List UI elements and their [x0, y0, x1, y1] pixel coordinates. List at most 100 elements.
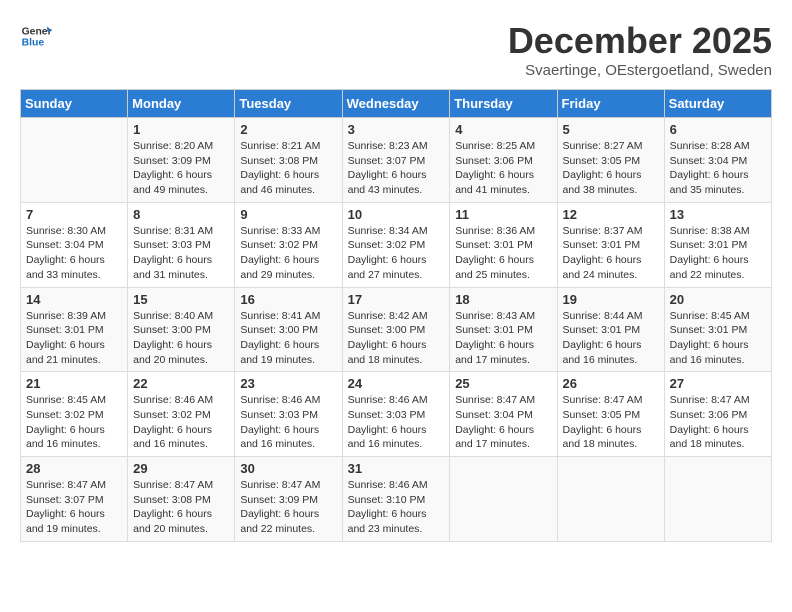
day-number: 4	[455, 122, 551, 137]
day-number: 28	[26, 461, 122, 476]
calendar-cell: 26 Sunrise: 8:47 AM Sunset: 3:05 PM Dayli…	[557, 372, 664, 457]
calendar-cell: 18 Sunrise: 8:43 AM Sunset: 3:01 PM Dayli…	[450, 287, 557, 372]
calendar-week-1: 7 Sunrise: 8:30 AM Sunset: 3:04 PM Daylig…	[21, 202, 772, 287]
calendar-cell: 4 Sunrise: 8:25 AM Sunset: 3:06 PM Daylig…	[450, 118, 557, 203]
day-number: 6	[670, 122, 766, 137]
day-number: 15	[133, 292, 229, 307]
calendar-cell: 23 Sunrise: 8:46 AM Sunset: 3:03 PM Dayli…	[235, 372, 342, 457]
day-info: Sunrise: 8:40 AM Sunset: 3:00 PM Dayligh…	[133, 309, 229, 368]
day-info: Sunrise: 8:21 AM Sunset: 3:08 PM Dayligh…	[240, 139, 336, 198]
calendar-cell: 30 Sunrise: 8:47 AM Sunset: 3:09 PM Dayli…	[235, 457, 342, 542]
calendar-cell: 27 Sunrise: 8:47 AM Sunset: 3:06 PM Dayli…	[664, 372, 771, 457]
day-info: Sunrise: 8:45 AM Sunset: 3:01 PM Dayligh…	[670, 309, 766, 368]
calendar-cell: 3 Sunrise: 8:23 AM Sunset: 3:07 PM Daylig…	[342, 118, 450, 203]
day-number: 3	[348, 122, 445, 137]
col-header-thursday: Thursday	[450, 90, 557, 118]
day-info: Sunrise: 8:46 AM Sunset: 3:03 PM Dayligh…	[348, 393, 445, 452]
col-header-friday: Friday	[557, 90, 664, 118]
day-info: Sunrise: 8:34 AM Sunset: 3:02 PM Dayligh…	[348, 224, 445, 283]
day-info: Sunrise: 8:20 AM Sunset: 3:09 PM Dayligh…	[133, 139, 229, 198]
day-number: 10	[348, 207, 445, 222]
day-number: 13	[670, 207, 766, 222]
day-number: 25	[455, 376, 551, 391]
day-info: Sunrise: 8:30 AM Sunset: 3:04 PM Dayligh…	[26, 224, 122, 283]
day-info: Sunrise: 8:43 AM Sunset: 3:01 PM Dayligh…	[455, 309, 551, 368]
calendar-cell: 28 Sunrise: 8:47 AM Sunset: 3:07 PM Dayli…	[21, 457, 128, 542]
day-number: 14	[26, 292, 122, 307]
day-number: 12	[563, 207, 659, 222]
day-number: 26	[563, 376, 659, 391]
day-number: 17	[348, 292, 445, 307]
day-info: Sunrise: 8:47 AM Sunset: 3:05 PM Dayligh…	[563, 393, 659, 452]
day-info: Sunrise: 8:46 AM Sunset: 3:03 PM Dayligh…	[240, 393, 336, 452]
day-info: Sunrise: 8:47 AM Sunset: 3:07 PM Dayligh…	[26, 478, 122, 537]
calendar-cell: 24 Sunrise: 8:46 AM Sunset: 3:03 PM Dayli…	[342, 372, 450, 457]
day-info: Sunrise: 8:41 AM Sunset: 3:00 PM Dayligh…	[240, 309, 336, 368]
logo-icon: General Blue	[20, 20, 52, 52]
col-header-wednesday: Wednesday	[342, 90, 450, 118]
day-info: Sunrise: 8:23 AM Sunset: 3:07 PM Dayligh…	[348, 139, 445, 198]
day-number: 20	[670, 292, 766, 307]
day-number: 18	[455, 292, 551, 307]
page-header: General Blue December 2025 Svaertinge, O…	[20, 20, 772, 79]
day-number: 5	[563, 122, 659, 137]
day-number: 27	[670, 376, 766, 391]
day-number: 29	[133, 461, 229, 476]
day-number: 1	[133, 122, 229, 137]
day-info: Sunrise: 8:47 AM Sunset: 3:04 PM Dayligh…	[455, 393, 551, 452]
day-number: 8	[133, 207, 229, 222]
day-number: 9	[240, 207, 336, 222]
calendar-cell: 10 Sunrise: 8:34 AM Sunset: 3:02 PM Dayli…	[342, 202, 450, 287]
main-title: December 2025	[508, 20, 772, 62]
calendar-cell	[557, 457, 664, 542]
day-info: Sunrise: 8:27 AM Sunset: 3:05 PM Dayligh…	[563, 139, 659, 198]
calendar-cell: 6 Sunrise: 8:28 AM Sunset: 3:04 PM Daylig…	[664, 118, 771, 203]
day-info: Sunrise: 8:44 AM Sunset: 3:01 PM Dayligh…	[563, 309, 659, 368]
day-number: 11	[455, 207, 551, 222]
calendar-cell: 1 Sunrise: 8:20 AM Sunset: 3:09 PM Daylig…	[128, 118, 235, 203]
day-info: Sunrise: 8:47 AM Sunset: 3:08 PM Dayligh…	[133, 478, 229, 537]
day-number: 23	[240, 376, 336, 391]
calendar-cell	[450, 457, 557, 542]
day-number: 19	[563, 292, 659, 307]
day-info: Sunrise: 8:47 AM Sunset: 3:09 PM Dayligh…	[240, 478, 336, 537]
day-info: Sunrise: 8:37 AM Sunset: 3:01 PM Dayligh…	[563, 224, 659, 283]
day-number: 22	[133, 376, 229, 391]
calendar-cell: 31 Sunrise: 8:46 AM Sunset: 3:10 PM Dayli…	[342, 457, 450, 542]
calendar-cell: 7 Sunrise: 8:30 AM Sunset: 3:04 PM Daylig…	[21, 202, 128, 287]
calendar-cell: 25 Sunrise: 8:47 AM Sunset: 3:04 PM Dayli…	[450, 372, 557, 457]
day-number: 31	[348, 461, 445, 476]
day-number: 7	[26, 207, 122, 222]
day-number: 16	[240, 292, 336, 307]
day-number: 30	[240, 461, 336, 476]
calendar-cell: 8Sunrise: 8:31 AM Sunset: 3:03 PM Daylig…	[128, 202, 235, 287]
day-info: Sunrise: 8:33 AM Sunset: 3:02 PM Dayligh…	[240, 224, 336, 283]
calendar-cell	[21, 118, 128, 203]
calendar-cell: 15 Sunrise: 8:40 AM Sunset: 3:00 PM Dayli…	[128, 287, 235, 372]
calendar-cell: 14Sunrise: 8:39 AM Sunset: 3:01 PM Dayli…	[21, 287, 128, 372]
calendar-week-0: 1 Sunrise: 8:20 AM Sunset: 3:09 PM Daylig…	[21, 118, 772, 203]
calendar-cell: 19 Sunrise: 8:44 AM Sunset: 3:01 PM Dayli…	[557, 287, 664, 372]
day-info: Sunrise: 8:47 AM Sunset: 3:06 PM Dayligh…	[670, 393, 766, 452]
col-header-monday: Monday	[128, 90, 235, 118]
day-number: 2	[240, 122, 336, 137]
day-number: 24	[348, 376, 445, 391]
day-info: Sunrise: 8:46 AM Sunset: 3:10 PM Dayligh…	[348, 478, 445, 537]
day-info: Sunrise: 8:36 AM Sunset: 3:01 PM Dayligh…	[455, 224, 551, 283]
day-info: Sunrise: 8:28 AM Sunset: 3:04 PM Dayligh…	[670, 139, 766, 198]
calendar-week-4: 28 Sunrise: 8:47 AM Sunset: 3:07 PM Dayli…	[21, 457, 772, 542]
col-header-sunday: Sunday	[21, 90, 128, 118]
day-info: Sunrise: 8:46 AM Sunset: 3:02 PM Dayligh…	[133, 393, 229, 452]
calendar-cell: 29 Sunrise: 8:47 AM Sunset: 3:08 PM Dayli…	[128, 457, 235, 542]
col-header-saturday: Saturday	[664, 90, 771, 118]
day-info: Sunrise: 8:38 AM Sunset: 3:01 PM Dayligh…	[670, 224, 766, 283]
day-info: Sunrise: 8:25 AM Sunset: 3:06 PM Dayligh…	[455, 139, 551, 198]
day-info: Sunrise: 8:42 AM Sunset: 3:00 PM Dayligh…	[348, 309, 445, 368]
calendar-cell: 20 Sunrise: 8:45 AM Sunset: 3:01 PM Dayli…	[664, 287, 771, 372]
calendar-header-row: SundayMondayTuesdayWednesdayThursdayFrid…	[21, 90, 772, 118]
calendar-cell: 5 Sunrise: 8:27 AM Sunset: 3:05 PM Daylig…	[557, 118, 664, 203]
calendar-week-2: 14Sunrise: 8:39 AM Sunset: 3:01 PM Dayli…	[21, 287, 772, 372]
calendar-cell: 11 Sunrise: 8:36 AM Sunset: 3:01 PM Dayli…	[450, 202, 557, 287]
logo: General Blue	[20, 20, 52, 52]
subtitle: Svaertinge, OEstergoetland, Sweden	[508, 62, 772, 79]
